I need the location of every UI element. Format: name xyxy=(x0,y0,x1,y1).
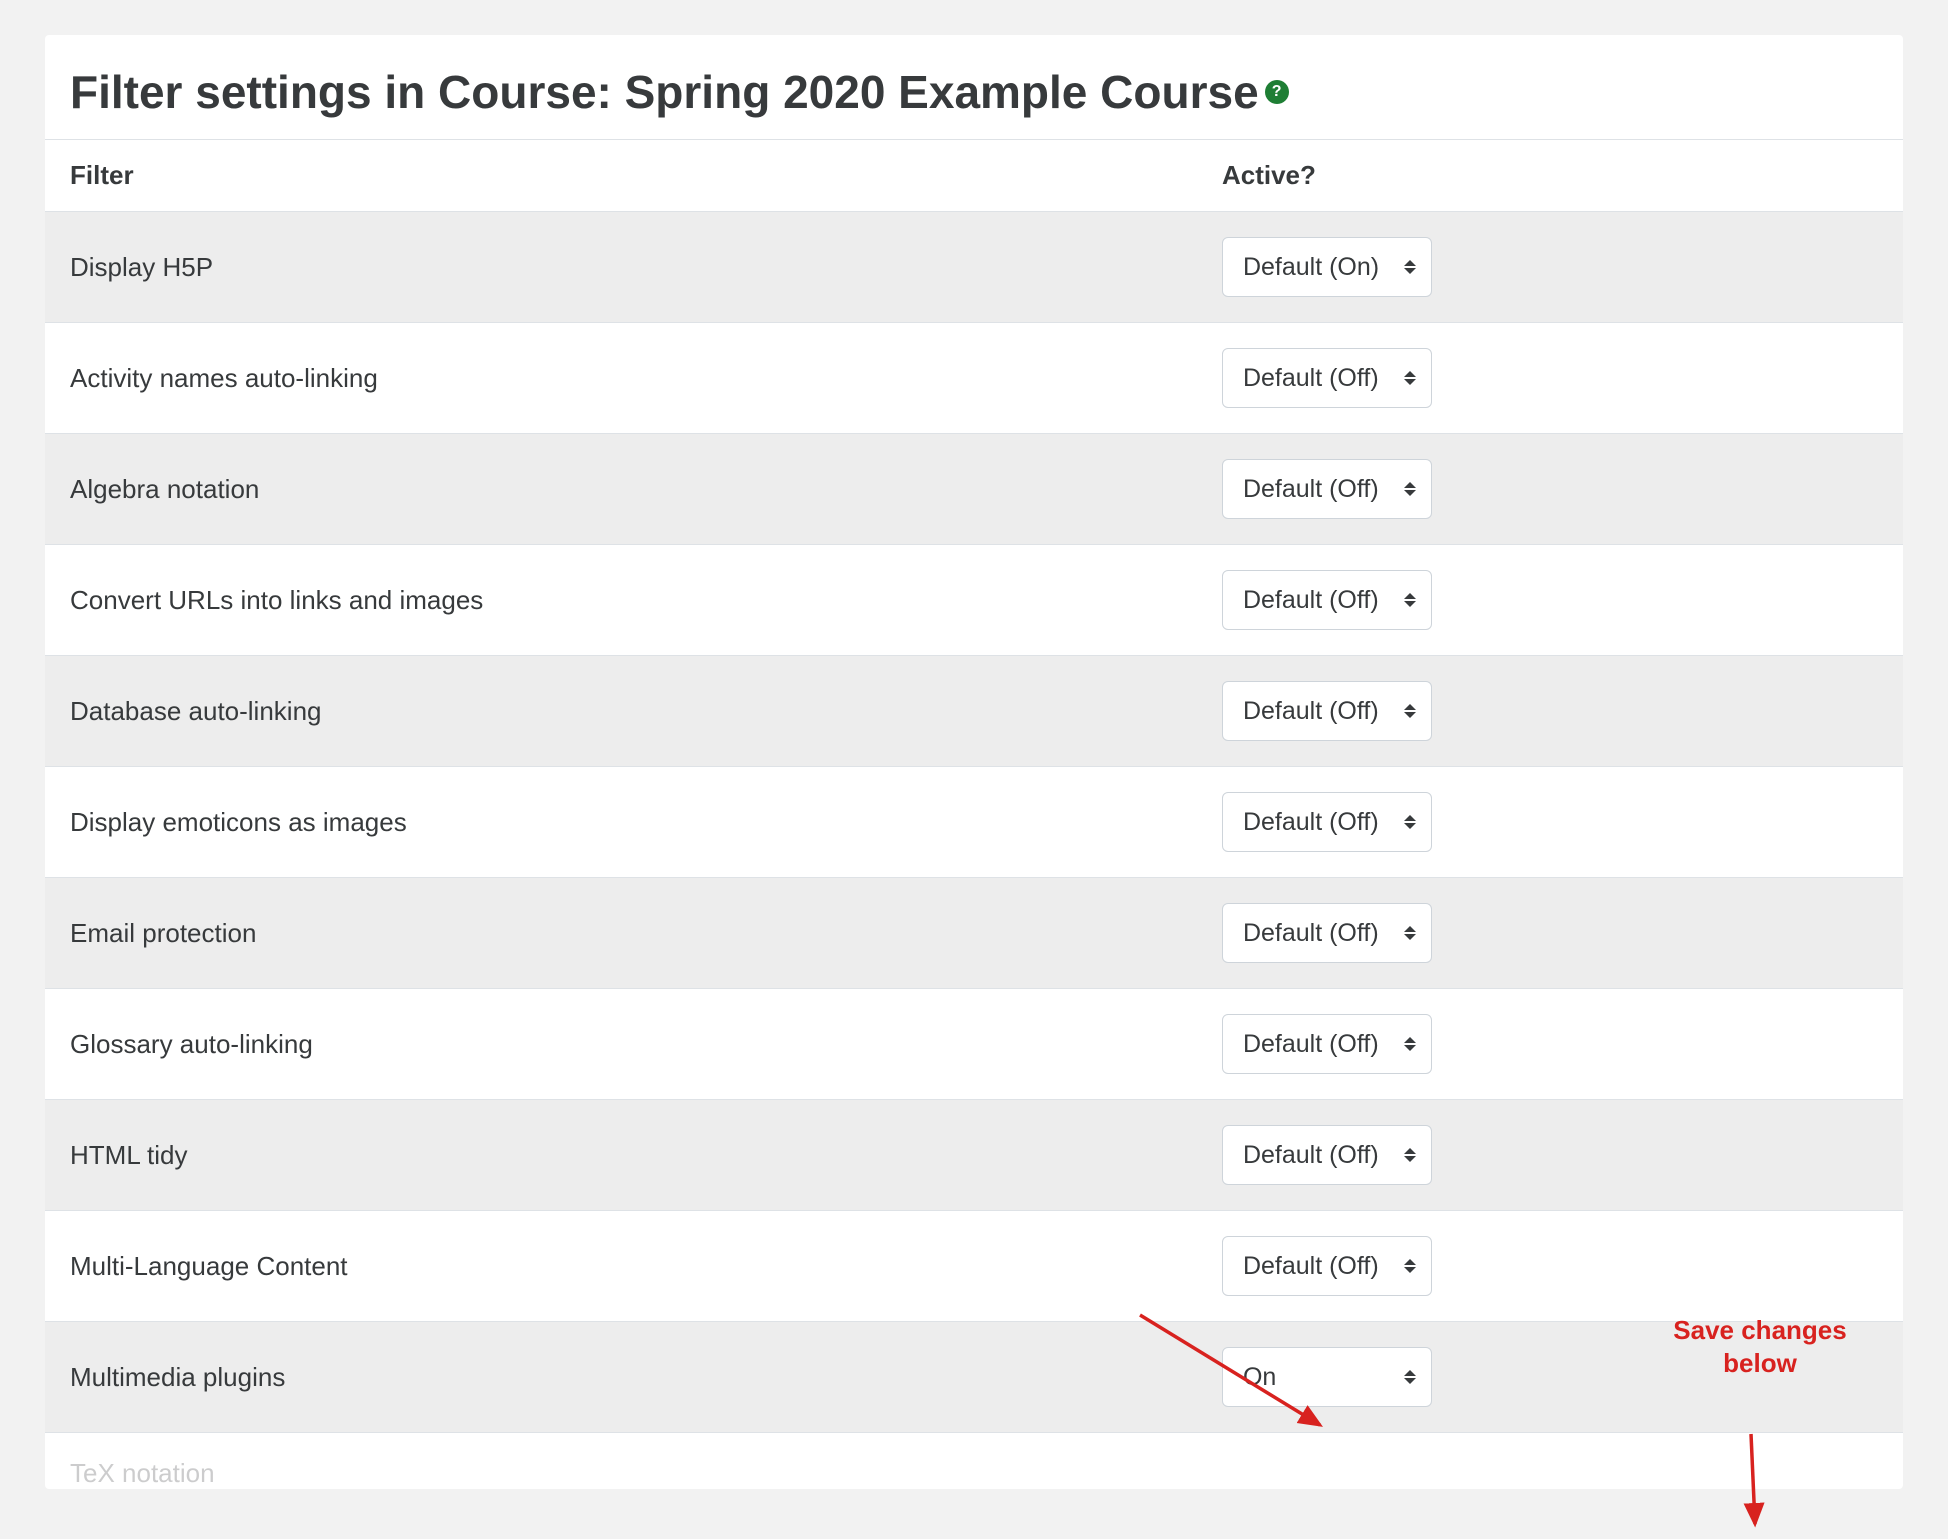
filter-select-algebra[interactable]: Default (Off) xyxy=(1222,459,1432,519)
filter-select-glossary[interactable]: Default (Off) xyxy=(1222,1014,1432,1074)
filter-label: Database auto-linking xyxy=(45,656,1197,767)
table-row: HTML tidy Default (Off) xyxy=(45,1100,1903,1211)
filter-select-email-protection[interactable]: Default (Off) xyxy=(1222,903,1432,963)
filter-select-wrap: Default (Off) xyxy=(1222,348,1432,408)
filter-value-cell xyxy=(1197,1433,1903,1490)
table-row: Multi-Language Content Default (Off) xyxy=(45,1211,1903,1322)
table-head-row: Filter Active? xyxy=(45,140,1903,212)
filter-label: HTML tidy xyxy=(45,1100,1197,1211)
table-row: Database auto-linking Default (Off) xyxy=(45,656,1903,767)
filter-value-cell: Default (On) xyxy=(1197,212,1903,323)
table-row: Display H5P Default (On) xyxy=(45,212,1903,323)
filter-value-cell: Default (Off) xyxy=(1197,878,1903,989)
filter-label: Display emoticons as images xyxy=(45,767,1197,878)
filters-table: Filter Active? Display H5P Default (On) … xyxy=(45,139,1903,1489)
filter-select-wrap: Default (Off) xyxy=(1222,1236,1432,1296)
filter-select-html-tidy[interactable]: Default (Off) xyxy=(1222,1125,1432,1185)
filter-value-cell: On xyxy=(1197,1322,1903,1433)
column-header-active: Active? xyxy=(1197,140,1903,212)
filter-label: Convert URLs into links and images xyxy=(45,545,1197,656)
table-row: TeX notation xyxy=(45,1433,1903,1490)
filter-select-wrap: Default (Off) xyxy=(1222,903,1432,963)
table-row: Activity names auto-linking Default (Off… xyxy=(45,323,1903,434)
filter-value-cell: Default (Off) xyxy=(1197,656,1903,767)
page-title: Filter settings in Course: Spring 2020 E… xyxy=(45,65,1903,139)
filter-select-database[interactable]: Default (Off) xyxy=(1222,681,1432,741)
filter-value-cell: Default (Off) xyxy=(1197,434,1903,545)
table-row: Glossary auto-linking Default (Off) xyxy=(45,989,1903,1100)
filter-select-wrap: Default (Off) xyxy=(1222,570,1432,630)
question-circle-icon[interactable]: ? xyxy=(1265,80,1289,104)
filter-select-multimedia[interactable]: On xyxy=(1222,1347,1432,1407)
filter-label: Email protection xyxy=(45,878,1197,989)
filter-value-cell: Default (Off) xyxy=(1197,545,1903,656)
filter-select-display-h5p[interactable]: Default (On) xyxy=(1222,237,1432,297)
table-row: Multimedia plugins On xyxy=(45,1322,1903,1433)
filter-value-cell: Default (Off) xyxy=(1197,989,1903,1100)
filter-label: Activity names auto-linking xyxy=(45,323,1197,434)
filter-select-wrap: Default (Off) xyxy=(1222,1125,1432,1185)
filter-value-cell: Default (Off) xyxy=(1197,323,1903,434)
filter-select-wrap: Default (Off) xyxy=(1222,792,1432,852)
page-container: Filter settings in Course: Spring 2020 E… xyxy=(0,0,1948,1524)
filter-select-wrap: Default (Off) xyxy=(1222,459,1432,519)
filter-label: Multi-Language Content xyxy=(45,1211,1197,1322)
filter-select-wrap: Default (Off) xyxy=(1222,681,1432,741)
column-header-filter: Filter xyxy=(45,140,1197,212)
filter-select-wrap: On xyxy=(1222,1347,1432,1407)
table-row: Display emoticons as images Default (Off… xyxy=(45,767,1903,878)
filter-label: Multimedia plugins xyxy=(45,1322,1197,1433)
filter-select-wrap: Default (On) xyxy=(1222,237,1432,297)
filter-select-wrap: Default (Off) xyxy=(1222,1014,1432,1074)
filter-label: TeX notation xyxy=(45,1433,1197,1490)
filter-select-multilang[interactable]: Default (Off) xyxy=(1222,1236,1432,1296)
filter-label: Glossary auto-linking xyxy=(45,989,1197,1100)
filter-select-convert-urls[interactable]: Default (Off) xyxy=(1222,570,1432,630)
filter-value-cell: Default (Off) xyxy=(1197,1211,1903,1322)
filter-label: Display H5P xyxy=(45,212,1197,323)
filter-label: Algebra notation xyxy=(45,434,1197,545)
table-row: Algebra notation Default (Off) xyxy=(45,434,1903,545)
filter-select-activity-names[interactable]: Default (Off) xyxy=(1222,348,1432,408)
filter-value-cell: Default (Off) xyxy=(1197,1100,1903,1211)
page-title-text: Filter settings in Course: Spring 2020 E… xyxy=(70,65,1259,119)
table-row: Email protection Default (Off) xyxy=(45,878,1903,989)
filter-select-emoticons[interactable]: Default (Off) xyxy=(1222,792,1432,852)
content-card: Filter settings in Course: Spring 2020 E… xyxy=(45,35,1903,1489)
filter-value-cell: Default (Off) xyxy=(1197,767,1903,878)
table-row: Convert URLs into links and images Defau… xyxy=(45,545,1903,656)
